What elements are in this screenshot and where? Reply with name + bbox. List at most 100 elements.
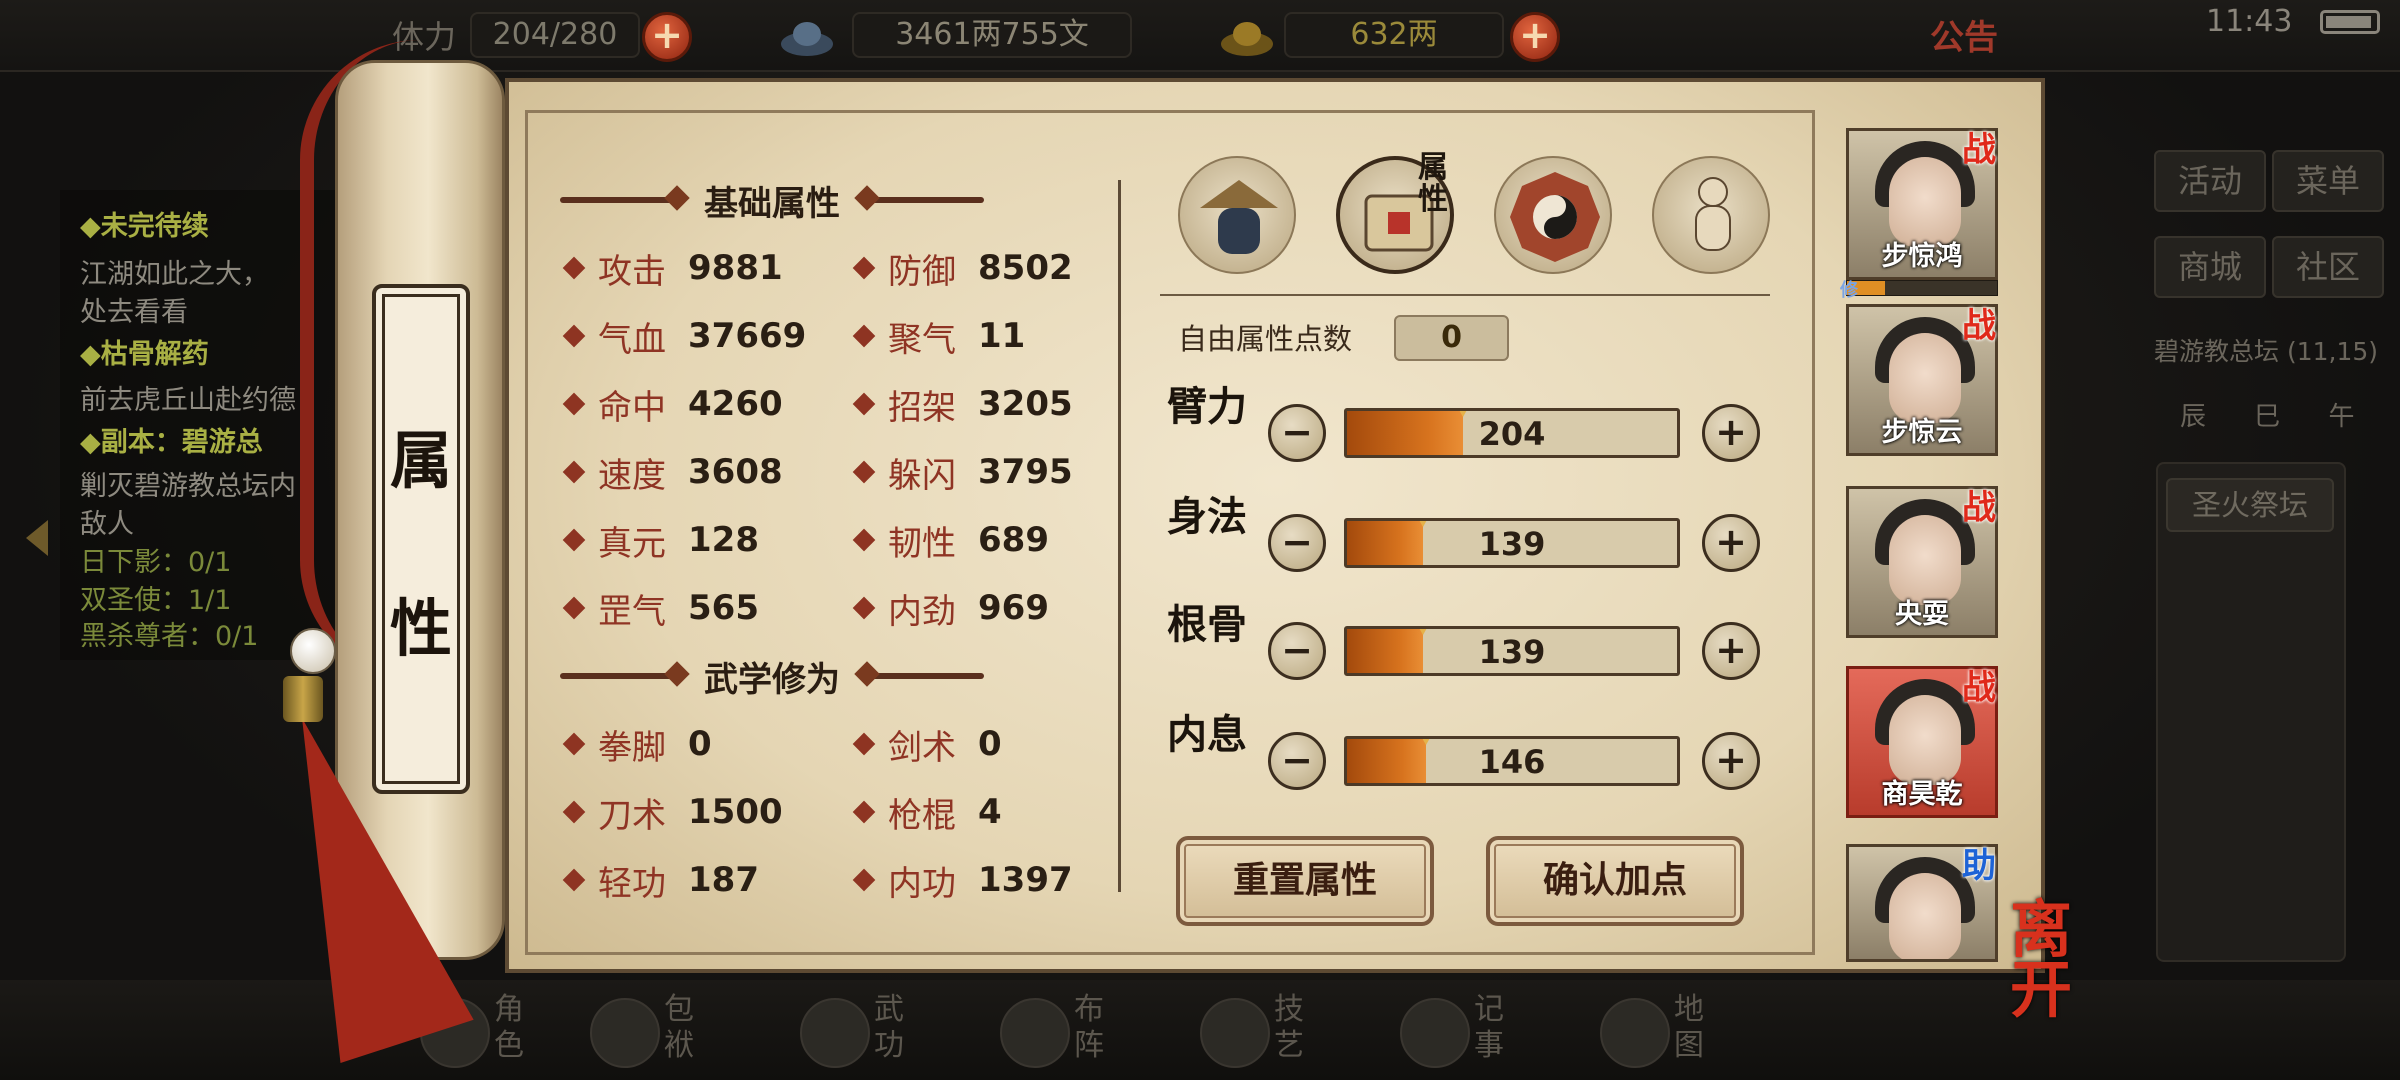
free-points-label: 自由属性点数 [1178,322,1353,356]
quest-line: 敌人 [80,509,134,540]
activity-button[interactable]: 活动 [2154,150,2266,212]
bottom-nav-item[interactable]: 技艺 [1200,992,1310,1072]
add-gold-button[interactable]: + [1510,12,1560,62]
diamond-bullet-icon [852,392,876,416]
diamond-bullet-icon [852,460,876,484]
confirm-points-button[interactable]: 确认加点 [1486,836,1744,926]
diamond-bullet-icon [562,868,586,892]
quest-line: 黑杀尊者：0/1 [80,621,259,652]
stat-label: 内功 [888,863,956,904]
increase-1-button[interactable]: + [1702,404,1760,462]
quest-line[interactable]: ◆枯骨解药 [80,332,209,371]
stat-label: 防御 [888,251,956,292]
quest-line[interactable]: ◆未完待续 [80,204,209,243]
character-role-badge: 战 [1962,306,1996,346]
equipment-tab-icon[interactable] [1178,156,1296,274]
diamond-bullet-icon [852,256,876,280]
stat-value: 3795 [978,452,1073,492]
gold-value: 632两 [1284,12,1504,58]
decrease-2-button[interactable]: − [1268,514,1326,572]
stat-value: 1500 [688,792,783,832]
increase-4-button[interactable]: + [1702,732,1760,790]
meridian-tab-icon[interactable] [1652,156,1770,274]
clock: 11:43 [2206,4,2293,39]
collapse-left-arrow-icon[interactable] [26,520,48,556]
character-role-badge: 战 [1962,668,1996,708]
shop-button[interactable]: 商城 [2154,236,2266,298]
scroll-title-char-1: 属 [389,424,452,497]
increase-2-button[interactable]: + [1702,514,1760,572]
stat-basic_stats: 聚气 11 [852,312,1025,360]
attr-name: 身法 [1167,493,1247,540]
attr-name: 内息 [1167,711,1247,758]
stat-value: 1397 [978,860,1073,900]
stat-martial_stats: 刀术 1500 [562,788,783,836]
stat-basic_stats: 内劲 969 [852,584,1049,632]
roster-xp-label: 修 [1840,280,1858,301]
diamond-bullet-icon [562,392,586,416]
increase-3-button[interactable]: + [1702,622,1760,680]
bottom-nav-item[interactable]: 武功 [800,992,910,1072]
attribute-bar: 139 [1344,518,1680,568]
stat-martial_stats: 内功 1397 [852,856,1073,904]
attribute-bar: 146 [1344,736,1680,786]
bottom-nav-item[interactable]: 布阵 [1000,992,1110,1072]
stat-basic_stats: 速度 3608 [562,448,783,496]
stat-basic_stats: 命中 4260 [562,380,783,428]
stat-basic_stats: 罡气 565 [562,584,759,632]
quest-line: 剿灭碧游教总坛内 [80,471,296,502]
character-role-badge: 助 [1962,846,1996,886]
reset-attributes-button[interactable]: 重置属性 [1176,836,1434,926]
diamond-bullet-icon [852,596,876,620]
diamond-bullet-icon [852,528,876,552]
quest-line: 处去看看 [80,297,188,328]
scroll-title-tag [372,284,470,794]
bagua-tab-icon[interactable] [1494,156,1612,274]
menu-button[interactable]: 菜单 [2272,150,2384,212]
stat-martial_stats: 拳脚 0 [562,720,712,768]
quest-line: 前去虎丘山赴约德 [80,385,296,416]
decrease-4-button[interactable]: − [1268,732,1326,790]
attribute-value: 146 [1478,743,1546,781]
decrease-1-button[interactable]: − [1268,404,1326,462]
decrease-3-button[interactable]: − [1268,622,1326,680]
map-panel [2156,462,2346,962]
character-name: 步惊鸿 [1881,241,1963,272]
shrine-button[interactable]: 圣火祭坛 [2166,478,2334,532]
stat-basic_stats: 攻击 9881 [562,244,783,292]
diamond-bullet-icon [562,256,586,280]
diamond-bullet-icon [562,324,586,348]
bottom-nav-item[interactable]: 记事 [1400,992,1510,1072]
stat-label: 真元 [598,523,666,564]
stat-basic_stats: 躲闪 3795 [852,448,1073,496]
add-stamina-button[interactable]: + [642,12,692,62]
stat-value: 3205 [978,384,1073,424]
quest-line: 江湖如此之大， [80,259,269,290]
stat-basic_stats: 招架 3205 [852,380,1073,428]
stat-value: 4 [978,792,1002,832]
stat-value: 0 [688,724,712,764]
silver-ingot-icon [781,22,833,56]
diamond-bullet-icon [562,460,586,484]
diamond-bullet-icon [562,528,586,552]
stat-value: 4260 [688,384,783,424]
stat-value: 9881 [688,248,783,288]
bottom-nav-item[interactable]: 地图 [1600,992,1710,1072]
bottom-nav-label: 包袱 [664,992,694,1063]
stat-label: 气血 [598,319,666,360]
character-role-badge: 战 [1962,130,1996,170]
stat-basic_stats: 真元 128 [562,516,759,564]
bottom-nav-label: 武功 [874,992,904,1063]
bottom-nav-item[interactable]: 包袱 [590,992,700,1072]
gold-ingot-icon [1221,22,1273,56]
stat-martial_stats: 剑术 0 [852,720,1002,768]
quest-line[interactable]: ◆副本：碧游总 [80,420,263,459]
bottom-nav-label: 地图 [1674,992,1704,1063]
bottom-nav-label: 技艺 [1274,992,1304,1063]
community-button[interactable]: 社区 [2272,236,2384,298]
silver-value: 3461两755文 [852,12,1132,58]
leave-button[interactable]: 离开 [2010,899,2120,1021]
diamond-bullet-icon [562,800,586,824]
stat-martial_stats: 枪棍 4 [852,788,1002,836]
notice-button[interactable]: 公告 [1930,10,1998,59]
